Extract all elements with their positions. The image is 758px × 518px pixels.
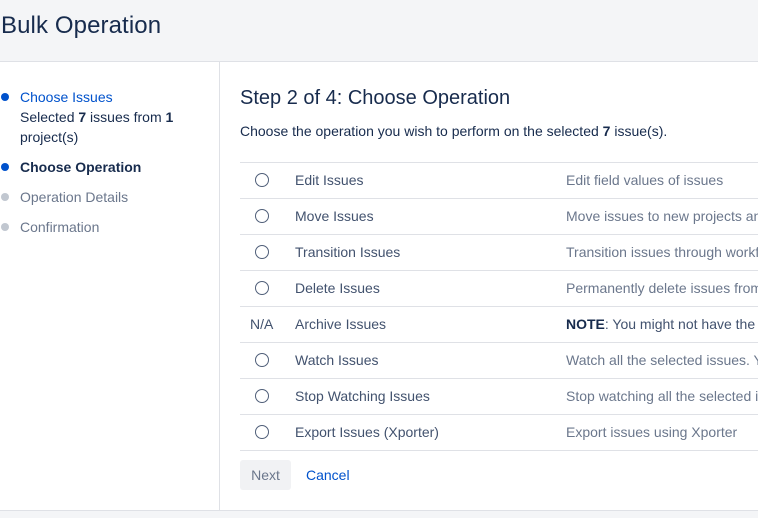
summary-issue-count: 7 [78,109,87,125]
page-footer [0,510,758,518]
operation-row-watch[interactable]: Watch Issues Watch all the selected issu… [240,343,758,379]
step-heading: Step 2 of 4: Choose Operation [240,87,511,109]
operation-name[interactable]: Stop Watching Issues [295,388,430,404]
step-label-choose-issues[interactable]: Choose Issues [20,87,113,107]
next-button[interactable]: Next [240,460,291,490]
operation-description: Stop watching all the selected issues [566,388,758,404]
step-label-confirmation: Confirmation [20,219,100,235]
operation-description: Move issues to new projects and issue ty… [566,208,758,224]
summary-suffix: project(s) [20,129,79,145]
step-complete-dot-icon [1,93,9,101]
summary-prefix: Selected [20,109,79,125]
step-label-choose-operation: Choose Operation [20,159,142,175]
operation-description: Transition issues through workflow [566,244,758,260]
operation-description: Permanently delete issues from Jira [566,280,758,296]
move-issues-radio[interactable] [255,209,269,223]
page-header: Bulk Operation [0,0,758,62]
watch-issues-radio[interactable] [255,353,269,367]
stop-watching-issues-radio[interactable] [255,389,269,403]
instructions-suffix: issue(s). [610,123,668,139]
operation-description: Export issues using Xporter [566,424,738,440]
operation-row-edit[interactable]: Edit Issues Edit field values of issues [240,163,758,199]
operation-row-delete[interactable]: Delete Issues Permanently delete issues … [240,271,758,307]
operation-row-transition[interactable]: Transition Issues Transition issues thro… [240,235,758,271]
step-instructions: Choose the operation you wish to perform… [240,123,667,139]
step-pending-dot-icon [1,193,9,201]
operation-row-archive: N/A Archive Issues NOTE: You might not h… [240,307,758,343]
selected-issues-summary: Selected 7 issues from 1 project(s) [20,107,190,147]
operation-description: NOTE: You might not have the permission … [566,316,758,332]
operation-name[interactable]: Delete Issues [295,280,380,296]
instructions-prefix: Choose the operation you wish to perform… [240,123,603,139]
operation-name[interactable]: Transition Issues [295,244,400,260]
delete-issues-radio[interactable] [255,281,269,295]
operation-name: Archive Issues [295,316,387,332]
operation-name[interactable]: Export Issues (Xporter) [295,424,439,440]
export-issues-radio[interactable] [255,425,269,439]
wizard-steps-sidebar: Choose Issues Selected 7 issues from 1 p… [0,62,220,510]
main-content: Step 2 of 4: Choose Operation Choose the… [221,62,758,510]
transition-issues-radio[interactable] [255,245,269,259]
operations-table: Edit Issues Edit field values of issues … [240,162,758,451]
operation-row-stop-watching[interactable]: Stop Watching Issues Stop watching all t… [240,379,758,415]
operation-name[interactable]: Move Issues [295,208,374,224]
summary-project-count: 1 [165,109,174,125]
note-text: : You might not have the permission to a… [604,316,758,332]
step-current-dot-icon [1,163,9,171]
edit-issues-radio[interactable] [255,173,269,187]
operation-row-export[interactable]: Export Issues (Xporter) Export issues us… [240,415,758,451]
not-available-label: N/A [250,316,274,332]
operation-row-move[interactable]: Move Issues Move issues to new projects … [240,199,758,235]
operation-description: Edit field values of issues [566,172,724,188]
operation-description: Watch all the selected issues. You will … [566,352,758,368]
summary-middle: issues from [86,109,166,125]
page-title: Bulk Operation [1,12,162,39]
note-label: NOTE [566,316,605,332]
operation-name[interactable]: Edit Issues [295,172,363,188]
step-pending-dot-icon [1,223,9,231]
operation-name[interactable]: Watch Issues [295,352,379,368]
cancel-link[interactable]: Cancel [306,467,350,483]
step-label-operation-details: Operation Details [20,189,129,205]
